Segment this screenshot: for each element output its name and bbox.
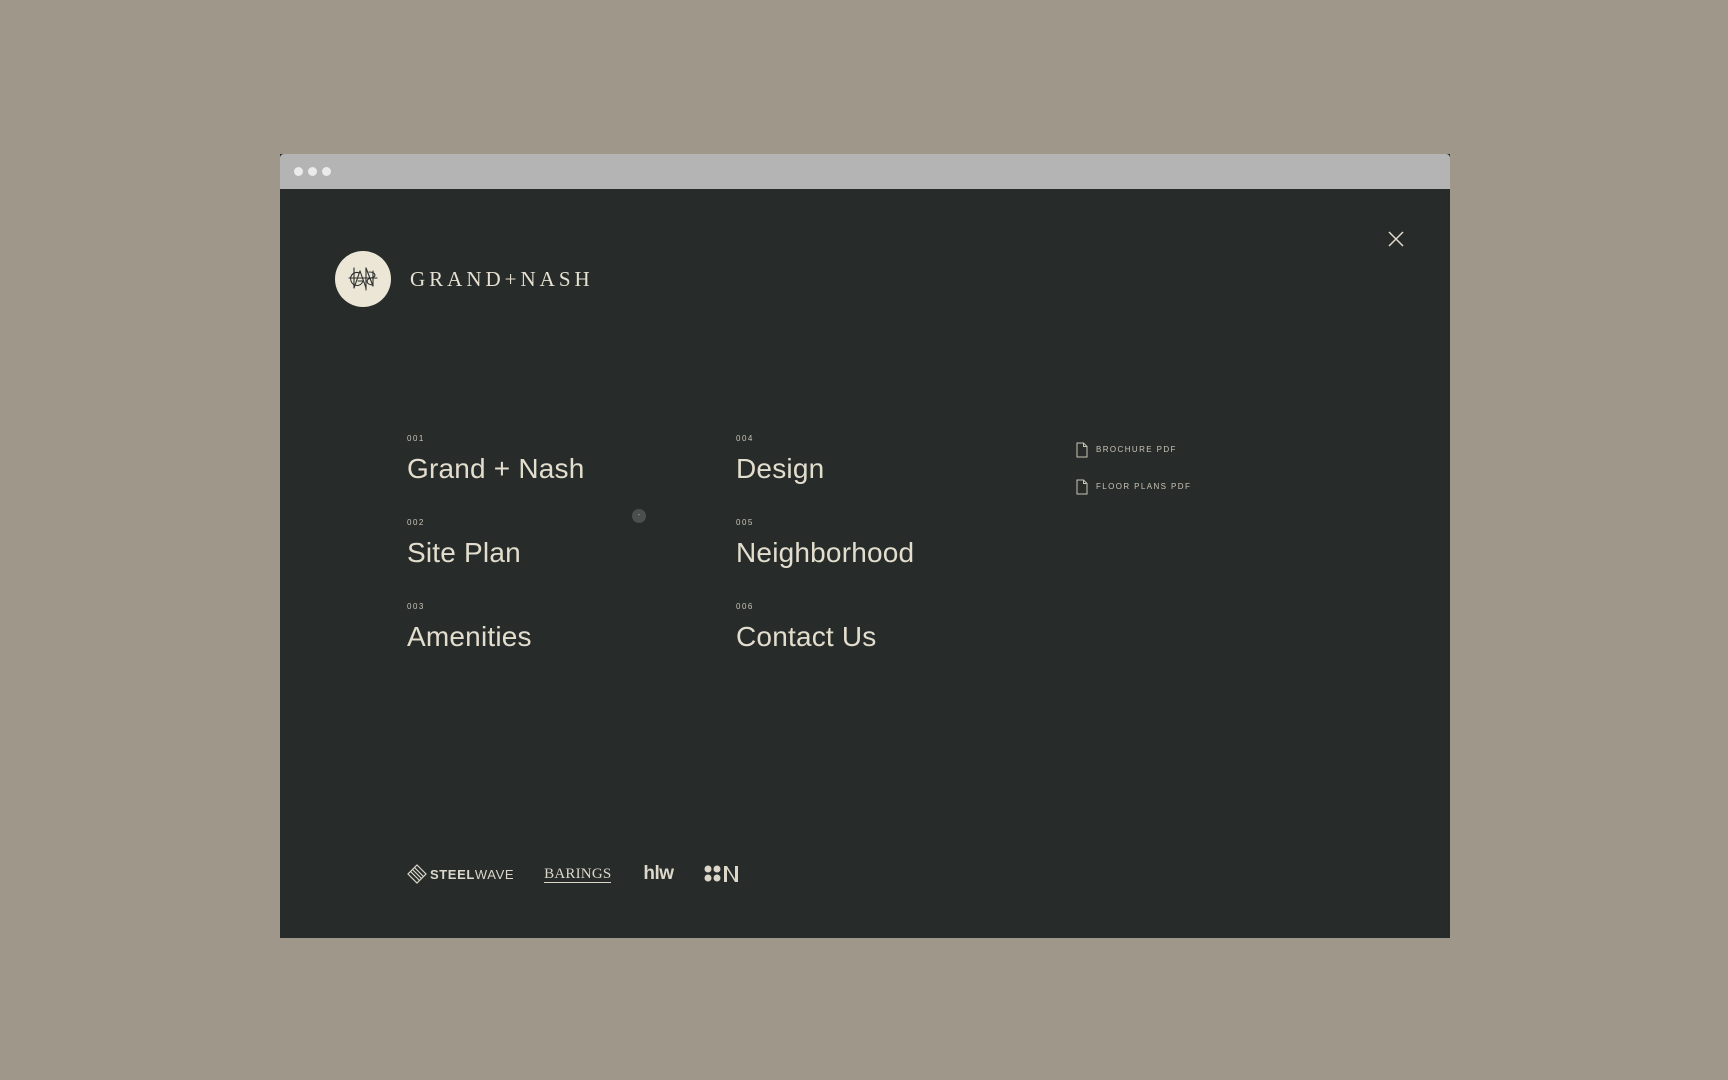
nav-item-label[interactable]: Grand + Nash [407, 453, 585, 485]
steelwave-wordmark: STEELWAVE [430, 866, 515, 882]
nav-item-number: 002 [407, 518, 425, 527]
browser-title-bar [280, 154, 1450, 189]
brochure-pdf-label[interactable]: BROCHURE PDF [1096, 442, 1177, 454]
nav-item-number: 004 [736, 434, 754, 443]
nav-item-label[interactable]: Amenities [407, 621, 532, 653]
floor-plans-pdf-link[interactable]: FLOOR PLANS PDF [1075, 479, 1191, 516]
nav-item-label[interactable]: Site Plan [407, 537, 521, 569]
nav-item-number: 003 [407, 602, 425, 611]
mouse-cursor-indicator: - [632, 509, 646, 523]
hlw-logo: hlw [643, 863, 674, 884]
document-icon [1075, 479, 1089, 495]
window-dot-3 [322, 167, 331, 176]
steelwave-mark-icon [407, 864, 427, 884]
nav-item-number: 005 [736, 518, 754, 527]
menu-overlay: GRAND+NASH 001 Grand + Nash 002 Site Pla… [280, 189, 1450, 938]
floor-plans-pdf-label[interactable]: FLOOR PLANS PDF [1096, 479, 1191, 491]
nav-item-number: 006 [736, 602, 754, 611]
nav-item-number: 001 [407, 434, 425, 443]
downloads-list: BROCHURE PDF FLOOR PLANS PDF [1075, 442, 1191, 516]
partner-logos: STEELWAVE BARINGS hlw [407, 860, 740, 888]
steelwave-logo: STEELWAVE [407, 864, 514, 884]
nav-item-label[interactable]: Design [736, 453, 824, 485]
browser-window: GRAND+NASH 001 Grand + Nash 002 Site Pla… [280, 154, 1450, 938]
nav-item-label[interactable]: Neighborhood [736, 537, 914, 569]
nav-item-label[interactable]: Contact Us [736, 621, 877, 653]
window-dot-1 [294, 167, 303, 176]
n-partner-logo-icon [704, 865, 740, 883]
monogram-logo-icon[interactable] [335, 251, 391, 307]
window-dot-2 [308, 167, 317, 176]
close-icon[interactable] [1384, 227, 1408, 251]
document-icon [1075, 442, 1089, 458]
brand-name[interactable]: GRAND+NASH [410, 267, 594, 292]
brochure-pdf-link[interactable]: BROCHURE PDF [1075, 442, 1191, 479]
barings-logo: BARINGS [544, 865, 612, 883]
